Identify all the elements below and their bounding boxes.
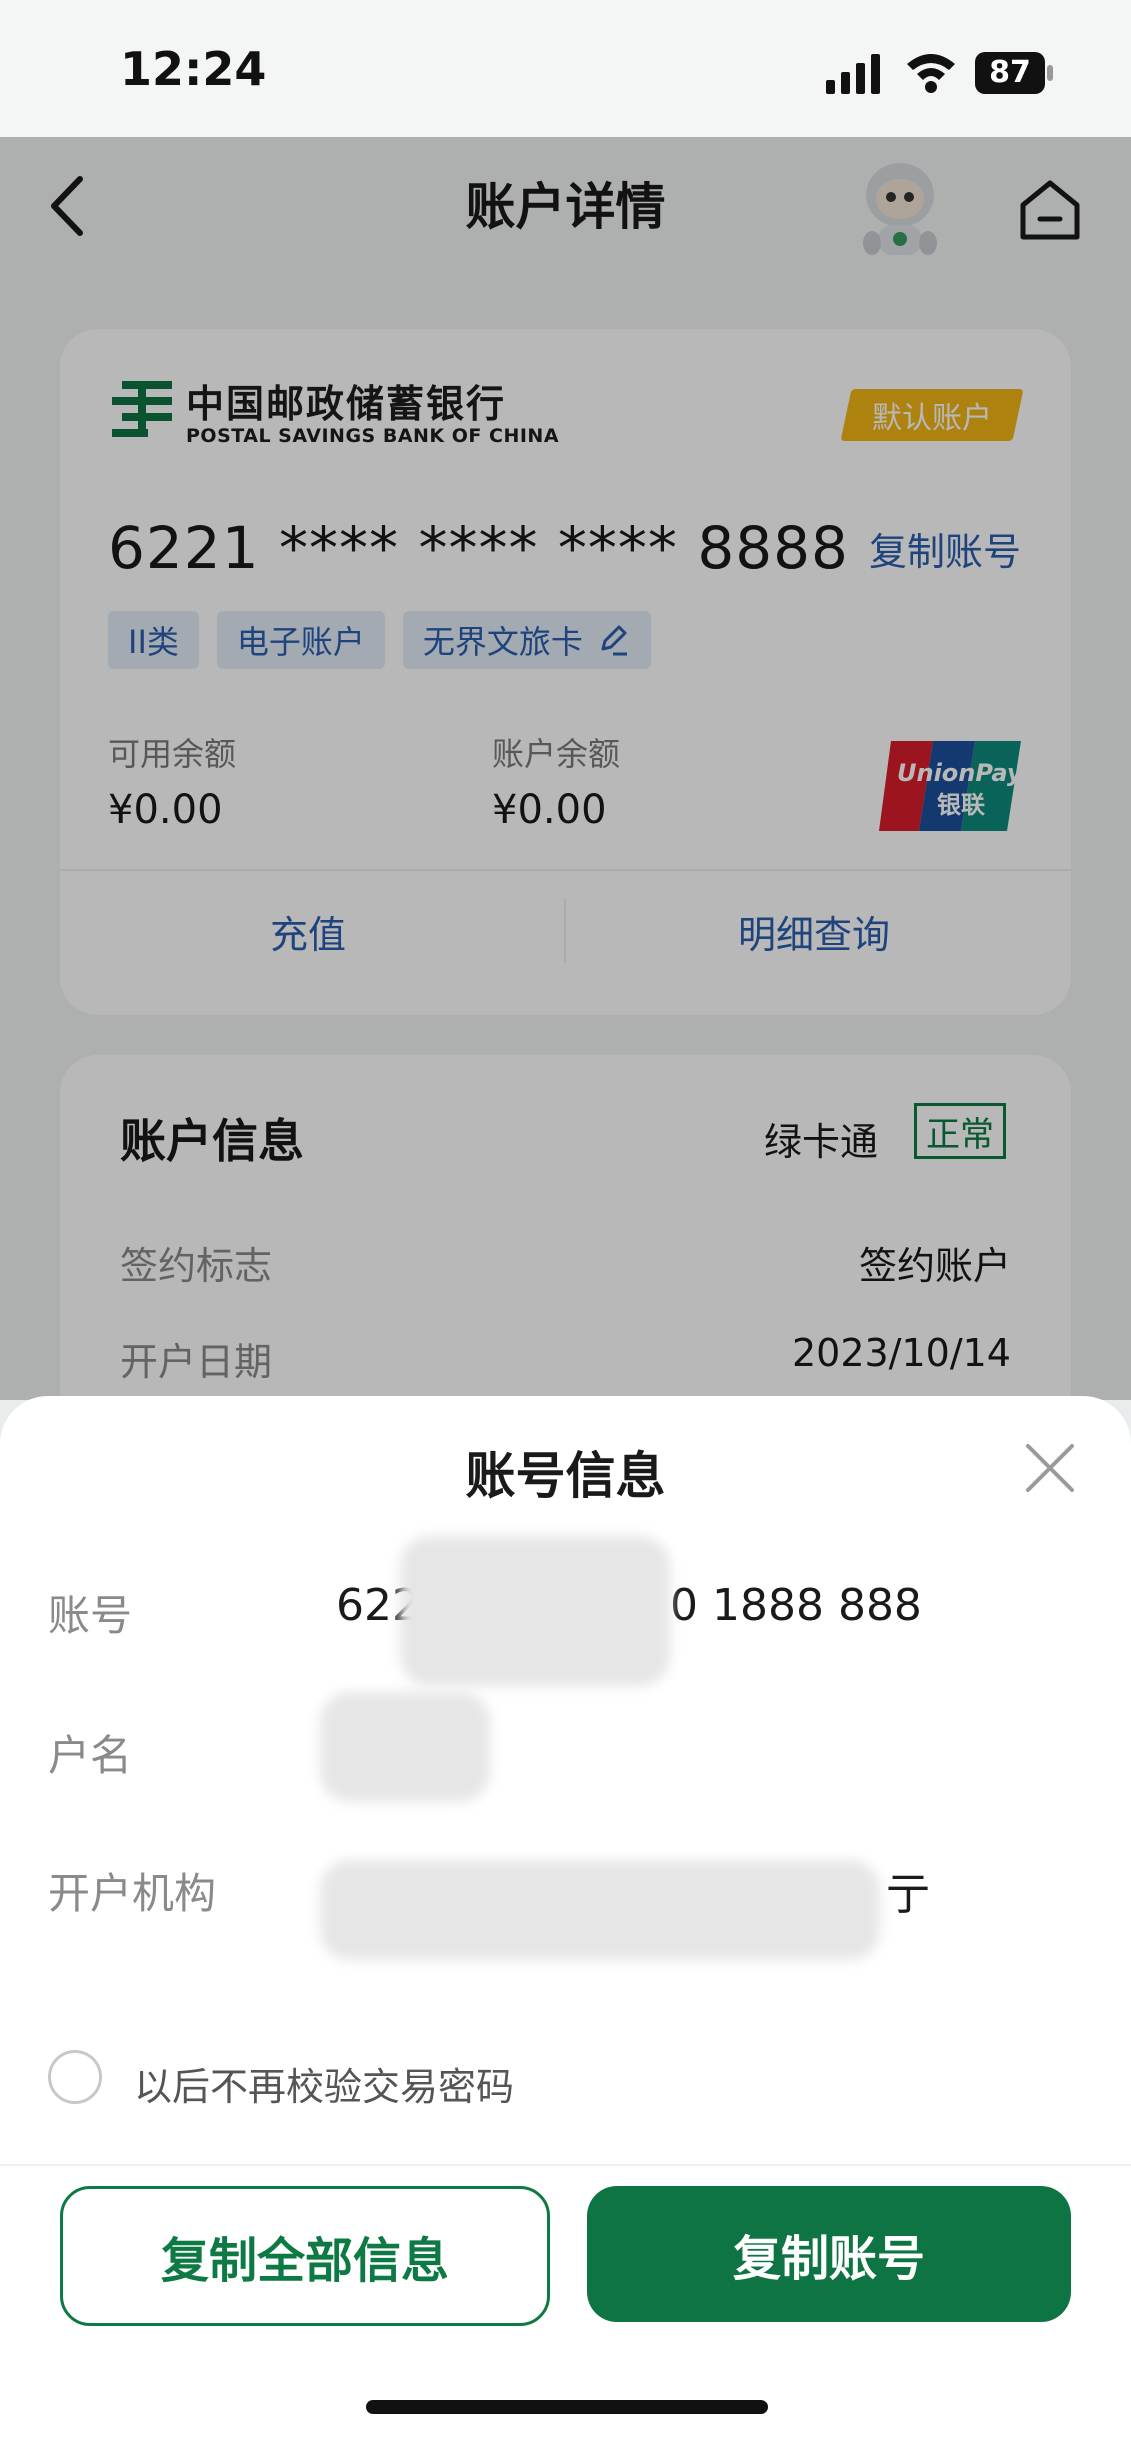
account-number-label: 账号 bbox=[48, 1591, 133, 1640]
battery-level: 87 bbox=[989, 55, 1031, 90]
copy-account-button[interactable]: 复制账号 bbox=[587, 2186, 1071, 2322]
account-name-redaction bbox=[320, 1692, 490, 1802]
wifi-icon bbox=[907, 54, 955, 93]
copy-all-info-button[interactable]: 复制全部信息 bbox=[60, 2186, 550, 2326]
battery-icon: 87 bbox=[975, 52, 1055, 94]
status-time: 12:24 bbox=[120, 42, 267, 96]
skip-password-checkbox[interactable] bbox=[48, 2050, 102, 2104]
branch-label: 开户机构 bbox=[48, 1869, 217, 1918]
home-indicator bbox=[366, 2400, 768, 2414]
skip-password-label: 以后不再校验交易密码 bbox=[134, 2065, 515, 2109]
modal-overlay[interactable] bbox=[0, 137, 1131, 1400]
close-icon[interactable] bbox=[1022, 1440, 1078, 1496]
status-bar: 12:24 87 bbox=[0, 0, 1131, 137]
account-number-redaction bbox=[400, 1536, 670, 1686]
sheet-divider bbox=[0, 2164, 1131, 2166]
account-info-sheet: 账号信息 账号 622 0 1888 888 户名 开户机构 亍 以后不再校验交… bbox=[0, 1396, 1131, 2448]
sheet-title: 账号信息 bbox=[465, 1447, 666, 1505]
branch-suffix: 亍 bbox=[886, 1869, 930, 1920]
account-number-suffix: 0 1888 888 bbox=[670, 1580, 922, 1631]
account-name-label: 户名 bbox=[48, 1731, 133, 1780]
branch-redaction bbox=[320, 1860, 880, 1960]
cellular-signal-icon bbox=[826, 54, 880, 94]
